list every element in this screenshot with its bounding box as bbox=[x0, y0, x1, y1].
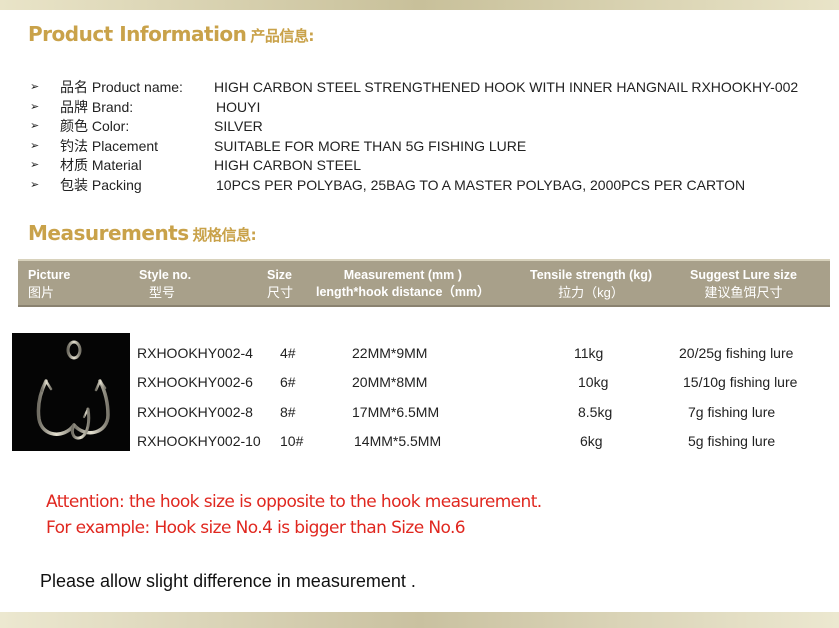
cell-measurement: 14MM*5.5MM bbox=[354, 433, 442, 449]
cell-tensile: 6kg bbox=[580, 433, 603, 449]
cell-measurement: 22MM*9MM bbox=[352, 345, 428, 361]
header-picture: Picture 图片 bbox=[28, 268, 71, 300]
info-label: 材质 Material bbox=[60, 157, 142, 174]
info-label: 包装 Packing bbox=[60, 176, 142, 193]
info-value: SILVER bbox=[214, 118, 263, 135]
measurements-title: Measurements 规格信息: bbox=[28, 221, 257, 245]
cell-measurement: 17MM*6.5MM bbox=[352, 404, 440, 420]
info-label: 颜色 Color: bbox=[60, 118, 130, 135]
measurements-table-header: Picture 图片 Style no. 型号 Size 尺寸 Measurem… bbox=[18, 259, 830, 307]
info-label: 钓法 Placement bbox=[60, 137, 159, 154]
cell-tensile: 8.5kg bbox=[578, 404, 613, 420]
bullet-arrow-icon: ➢ bbox=[30, 178, 40, 191]
title-en: Measurements bbox=[28, 221, 189, 245]
measurement-note: Please allow slight difference in measur… bbox=[40, 571, 416, 591]
header-size: Size 尺寸 bbox=[267, 268, 294, 300]
table-row: RXHOOKHY002-6 6# 20MM*8MM 10kg 15/10g fi… bbox=[0, 374, 839, 394]
info-value: SUITABLE FOR MORE THAN 5G FISHING LURE bbox=[214, 137, 527, 154]
cell-size: 8# bbox=[280, 404, 296, 420]
cell-lure: 15/10g fishing lure bbox=[683, 374, 798, 390]
info-value: HIGH CARBON STEEL bbox=[214, 157, 362, 174]
cell-size: 6# bbox=[280, 374, 296, 390]
cell-lure: 7g fishing lure bbox=[688, 404, 776, 420]
cell-style: RXHOOKHY002-4 bbox=[137, 345, 253, 361]
cell-size: 10# bbox=[280, 433, 304, 449]
product-information-title: Product Information 产品信息: bbox=[28, 22, 314, 46]
bottom-decorative-band bbox=[0, 612, 839, 628]
table-row: RXHOOKHY002-4 4# 22MM*9MM 11kg 20/25g fi… bbox=[0, 345, 839, 365]
bullet-arrow-icon: ➢ bbox=[30, 81, 40, 93]
header-tensile-strength: Tensile strength (kg) 拉力（kg） bbox=[530, 268, 653, 300]
cell-style: RXHOOKHY002-8 bbox=[137, 404, 253, 420]
top-decorative-band bbox=[0, 0, 839, 10]
bullet-arrow-icon: ➢ bbox=[30, 139, 40, 152]
info-label: 品名 Product name: bbox=[60, 79, 183, 95]
title-cn: 规格信息: bbox=[192, 226, 257, 244]
info-value: HIGH CARBON STEEL STRENGTHENED HOOK WITH… bbox=[214, 79, 799, 95]
attention-line-1: Attention: the hook size is opposite to … bbox=[46, 492, 542, 512]
info-label: 品牌 Brand: bbox=[60, 98, 134, 115]
cell-style: RXHOOKHY002-6 bbox=[137, 374, 253, 390]
bullet-arrow-icon: ➢ bbox=[30, 100, 40, 113]
cell-measurement: 20MM*8MM bbox=[352, 374, 428, 390]
cell-size: 4# bbox=[280, 345, 296, 361]
header-measurement: Measurement (mm ) length*hook distance（m… bbox=[316, 268, 490, 299]
title-cn: 产品信息: bbox=[250, 27, 314, 45]
cell-lure: 5g fishing lure bbox=[688, 433, 776, 449]
cell-style: RXHOOKHY002-10 bbox=[137, 433, 261, 449]
header-style-no: Style no. 型号 bbox=[139, 268, 192, 300]
bullet-arrow-icon: ➢ bbox=[30, 120, 40, 133]
info-value: 10PCS PER POLYBAG, 25BAG TO A MASTER POL… bbox=[216, 176, 746, 193]
table-row: RXHOOKHY002-10 10# 14MM*5.5MM 6kg 5g fis… bbox=[0, 433, 839, 453]
attention-line-2: For example: Hook size No.4 is bigger th… bbox=[46, 518, 466, 538]
header-suggest-lure-size: Suggest Lure size 建议鱼饵尺寸 bbox=[690, 268, 797, 300]
bullet-arrow-icon: ➢ bbox=[30, 159, 40, 172]
cell-tensile: 11kg bbox=[574, 345, 604, 361]
cell-tensile: 10kg bbox=[578, 374, 609, 390]
info-value: HOUYI bbox=[216, 98, 261, 115]
title-en: Product Information bbox=[28, 22, 247, 46]
cell-lure: 20/25g fishing lure bbox=[679, 345, 794, 361]
table-row: RXHOOKHY002-8 8# 17MM*6.5MM 8.5kg 7g fis… bbox=[0, 404, 839, 424]
